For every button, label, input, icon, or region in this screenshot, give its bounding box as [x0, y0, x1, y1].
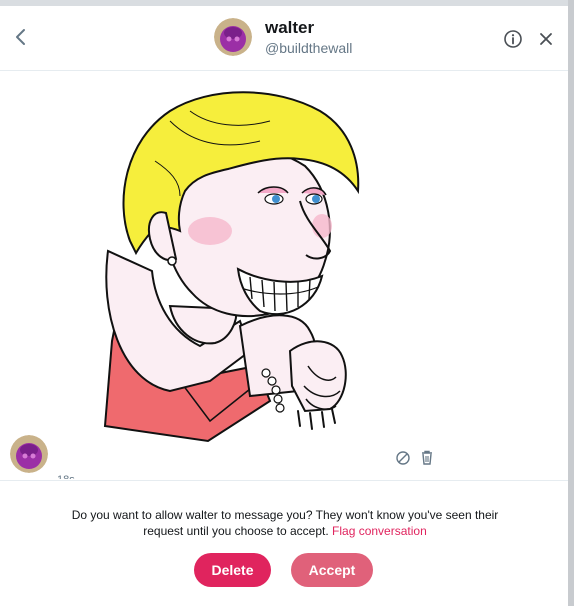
- avatar[interactable]: [214, 18, 252, 56]
- info-button[interactable]: [502, 28, 524, 50]
- message-request-panel: Do you want to allow walter to message y…: [0, 480, 568, 606]
- window-edge: [568, 0, 574, 606]
- chevron-left-icon: [16, 29, 25, 45]
- close-button[interactable]: [536, 29, 556, 49]
- cancel-icon[interactable]: [395, 450, 411, 466]
- close-icon: [540, 33, 552, 45]
- conversation-header: walter @buildthewall: [0, 6, 568, 71]
- conversation-thread: 18s: [0, 71, 568, 479]
- display-name[interactable]: walter: [265, 18, 314, 38]
- info-icon: [504, 30, 522, 48]
- message-timestamp: 18s: [57, 474, 75, 479]
- delete-button[interactable]: Delete: [194, 553, 271, 587]
- request-prompt-text: Do you want to allow walter to message y…: [71, 508, 499, 538]
- message-avatar[interactable]: [10, 435, 48, 473]
- handle[interactable]: @buildthewall: [265, 40, 352, 56]
- trash-icon[interactable]: [419, 449, 435, 466]
- dm-request-modal: walter @buildthewall Do you want to allo…: [0, 6, 568, 606]
- back-button[interactable]: [8, 24, 34, 50]
- caricature-sticker[interactable]: [60, 81, 380, 451]
- accept-button[interactable]: Accept: [291, 553, 373, 587]
- request-prompt: Do you want to allow walter to message y…: [60, 507, 510, 539]
- flag-conversation-link[interactable]: Flag conversation: [332, 524, 427, 538]
